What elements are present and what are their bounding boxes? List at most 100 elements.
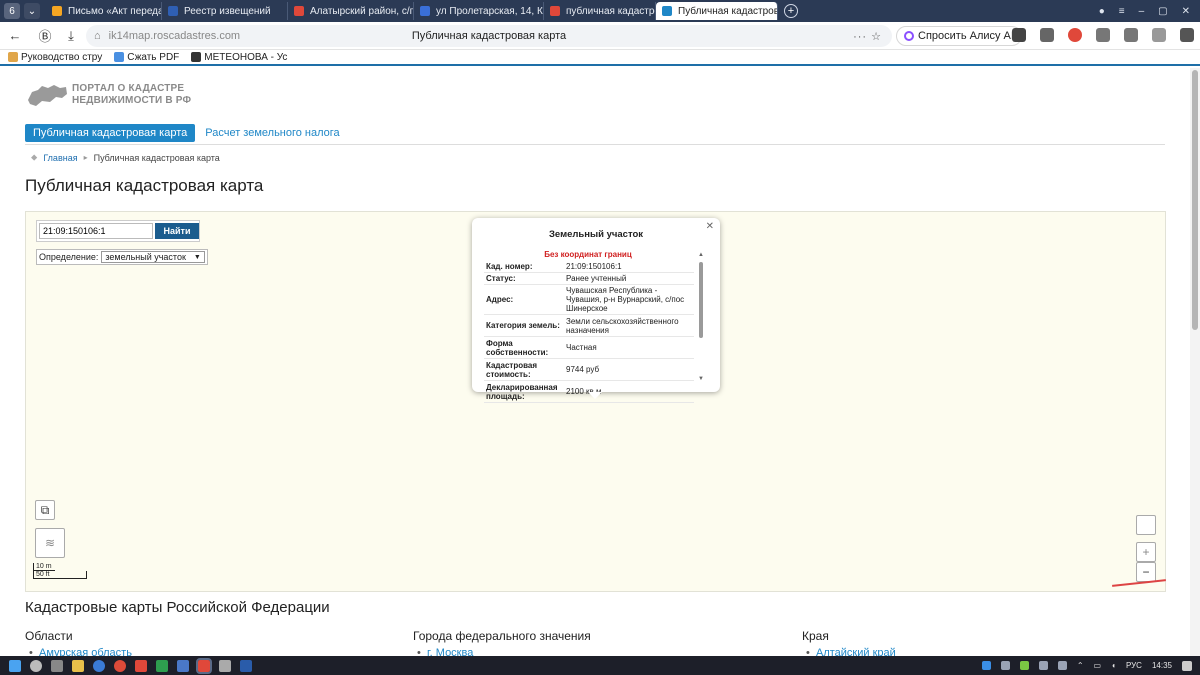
printer-icon[interactable] — [219, 659, 231, 672]
explorer-icon[interactable] — [72, 659, 84, 672]
fullscreen-button[interactable]: ⧉ — [35, 500, 55, 520]
browser-tab[interactable]: Алатырский район, с/пос — [288, 2, 414, 20]
download-icon[interactable] — [1180, 28, 1194, 42]
maximize-button[interactable]: ▢ — [1158, 6, 1167, 17]
tab-counter-icon[interactable]: 6 — [4, 3, 20, 19]
popup-title: Земельный участок — [548, 229, 644, 240]
popup-scrollbar[interactable]: ▲ ▼ — [698, 252, 704, 382]
extension-icon[interactable] — [1012, 28, 1026, 42]
region-link[interactable]: Амурская область — [25, 647, 132, 656]
attribute-value: 9744 руб — [566, 365, 600, 374]
language-indicator[interactable]: РУС — [1126, 661, 1142, 670]
edge-icon[interactable] — [93, 659, 105, 672]
notifications-icon[interactable] — [1182, 660, 1192, 671]
column-territories: Края Алтайский край — [802, 629, 896, 656]
ask-alisa-button[interactable]: Спросить Алису AI — [896, 26, 1022, 46]
nav-cadastral-map[interactable]: Публичная кадастровая карта — [25, 123, 196, 142]
bookmark-item[interactable]: Сжать PDF — [114, 52, 179, 63]
windows-start-icon[interactable] — [9, 659, 21, 672]
new-tab-button[interactable]: + — [784, 4, 798, 18]
excel-icon[interactable] — [156, 659, 168, 672]
network-icon[interactable]: ▭ — [1094, 661, 1102, 670]
map-canvas[interactable]: Найти Определение: земельный участок ▼ ✕… — [25, 211, 1166, 592]
page-title: Публичная кадастровая карта — [25, 176, 264, 195]
page-title-in-address: Публичная кадастровая карта — [411, 30, 567, 42]
browser-tab[interactable]: Реестр извещений — [162, 2, 288, 20]
yandex-browser-icon[interactable] — [196, 657, 212, 674]
column-title: Края — [802, 629, 829, 643]
clock[interactable]: 14:35 — [1152, 661, 1172, 670]
bookmark-label: Руководство стру — [21, 51, 103, 63]
breadcrumb-home[interactable]: Главная — [43, 153, 77, 163]
tray-icon[interactable] — [1000, 661, 1010, 670]
breadcrumb: ⬥ Главная ▸ Публичная кадастровая карта — [31, 152, 220, 163]
volume-icon[interactable]: ◖ — [1111, 661, 1116, 670]
zoom-out-button[interactable]: − — [1136, 562, 1156, 582]
tray-icon[interactable] — [981, 661, 991, 670]
tray-icon[interactable] — [1019, 661, 1029, 670]
logo-line1: ПОРТАЛ О КАДАСТРЕ — [72, 83, 185, 94]
chevron-up-icon[interactable]: ⌃ — [1077, 661, 1084, 670]
more-icon[interactable]: ··· ☆ — [853, 30, 882, 43]
attribute-row: Декларированная площадь: 2100 кв.м — [484, 381, 694, 403]
no-borders-warning: Без координат границ — [544, 250, 632, 259]
find-button[interactable]: Найти — [155, 223, 199, 239]
column-title: Области — [25, 629, 73, 643]
logo-line2: НЕДВИЖИМОСТИ В РФ — [72, 95, 192, 106]
tab-label: публичная кадастровая к — [566, 5, 655, 17]
territory-link[interactable]: Алтайский край — [802, 647, 896, 656]
cadastral-search-input[interactable] — [39, 223, 153, 239]
extension-icon[interactable] — [1152, 28, 1166, 42]
bookmark-item[interactable]: Руководство стру — [8, 52, 102, 63]
scroll-down-icon[interactable]: ▼ — [698, 376, 704, 382]
map-icon — [662, 6, 672, 16]
browser-tab[interactable]: ул Пролетарская, 14, Куз — [414, 2, 544, 20]
nav-land-tax[interactable]: Расчет земельного налога — [197, 124, 347, 142]
map-square-button[interactable] — [1136, 515, 1156, 535]
download-icon[interactable]: ⤓ — [60, 28, 82, 44]
tab-label: Алатырский район, с/пос — [310, 5, 413, 17]
zoom-in-button[interactable]: + — [1136, 542, 1156, 562]
close-window-button[interactable]: ✕ — [1182, 6, 1190, 17]
puzzle-icon[interactable] — [1096, 28, 1110, 42]
site-logo[interactable]: ПОРТАЛ О КАДАСТРЕ НЕДВИЖИМОСТИ В РФ — [26, 82, 191, 108]
popup-scroll-thumb[interactable] — [699, 262, 703, 338]
yandex-b-icon[interactable]: Ⓑ — [34, 26, 56, 45]
minimize-button[interactable]: – — [1139, 6, 1145, 17]
menu-icon[interactable]: ≡ — [1119, 6, 1125, 17]
chevron-right-icon: ▸ — [83, 153, 88, 162]
bookmark-icon — [191, 52, 202, 62]
bookmark-item[interactable]: МЕТЕОНОВА - Ус — [191, 52, 287, 63]
task-view-icon[interactable] — [51, 659, 63, 672]
url-field[interactable]: ⌂ ik14map.roscadastres.com Публичная кад… — [86, 25, 892, 47]
back-button[interactable]: ← — [4, 28, 26, 43]
extension-icon[interactable] — [1040, 28, 1054, 42]
attribute-row: Кад. номер: 21:09:150106:1 — [484, 261, 694, 273]
app-icon[interactable] — [177, 659, 189, 672]
tab-label: ул Пролетарская, 14, Куз — [436, 5, 544, 17]
browser-tab[interactable]: Письмо «Акт передачи Г — [46, 2, 162, 20]
parcel-info-popup: ✕ Земельный участок Без координат границ… — [472, 218, 720, 403]
attribute-value: 2100 кв.м — [566, 387, 602, 396]
tray-icon[interactable] — [1057, 661, 1067, 670]
scroll-up-icon[interactable]: ▲ — [698, 252, 704, 258]
city-link[interactable]: г. Москва — [413, 647, 591, 656]
chrome-icon[interactable] — [114, 659, 126, 672]
word-icon[interactable] — [240, 659, 252, 672]
page-scroll-thumb[interactable] — [1192, 70, 1198, 330]
attribute-row: Форма собственности: Частная — [484, 337, 694, 359]
definition-select[interactable]: земельный участок ▼ — [101, 251, 205, 263]
browser-tab[interactable]: публичная кадастровая к — [544, 2, 656, 20]
regions-heading: Кадастровые карты Российской Федерации — [25, 599, 330, 616]
profile-icon[interactable]: ● — [1099, 6, 1105, 17]
emblem-icon — [168, 6, 178, 16]
browser-tab[interactable]: Публичная кадастрова✕ — [656, 2, 778, 20]
extension-icon[interactable] — [1068, 28, 1082, 42]
search-icon[interactable] — [30, 659, 42, 672]
tray-icon[interactable] — [1038, 661, 1048, 670]
page-scrollbar[interactable] — [1190, 68, 1200, 656]
chevron-down-icon[interactable]: ⌄ — [24, 3, 40, 19]
yandex-icon[interactable] — [135, 659, 147, 672]
layers-button[interactable]: ≋ — [35, 528, 65, 558]
extension-icon[interactable] — [1124, 28, 1138, 42]
